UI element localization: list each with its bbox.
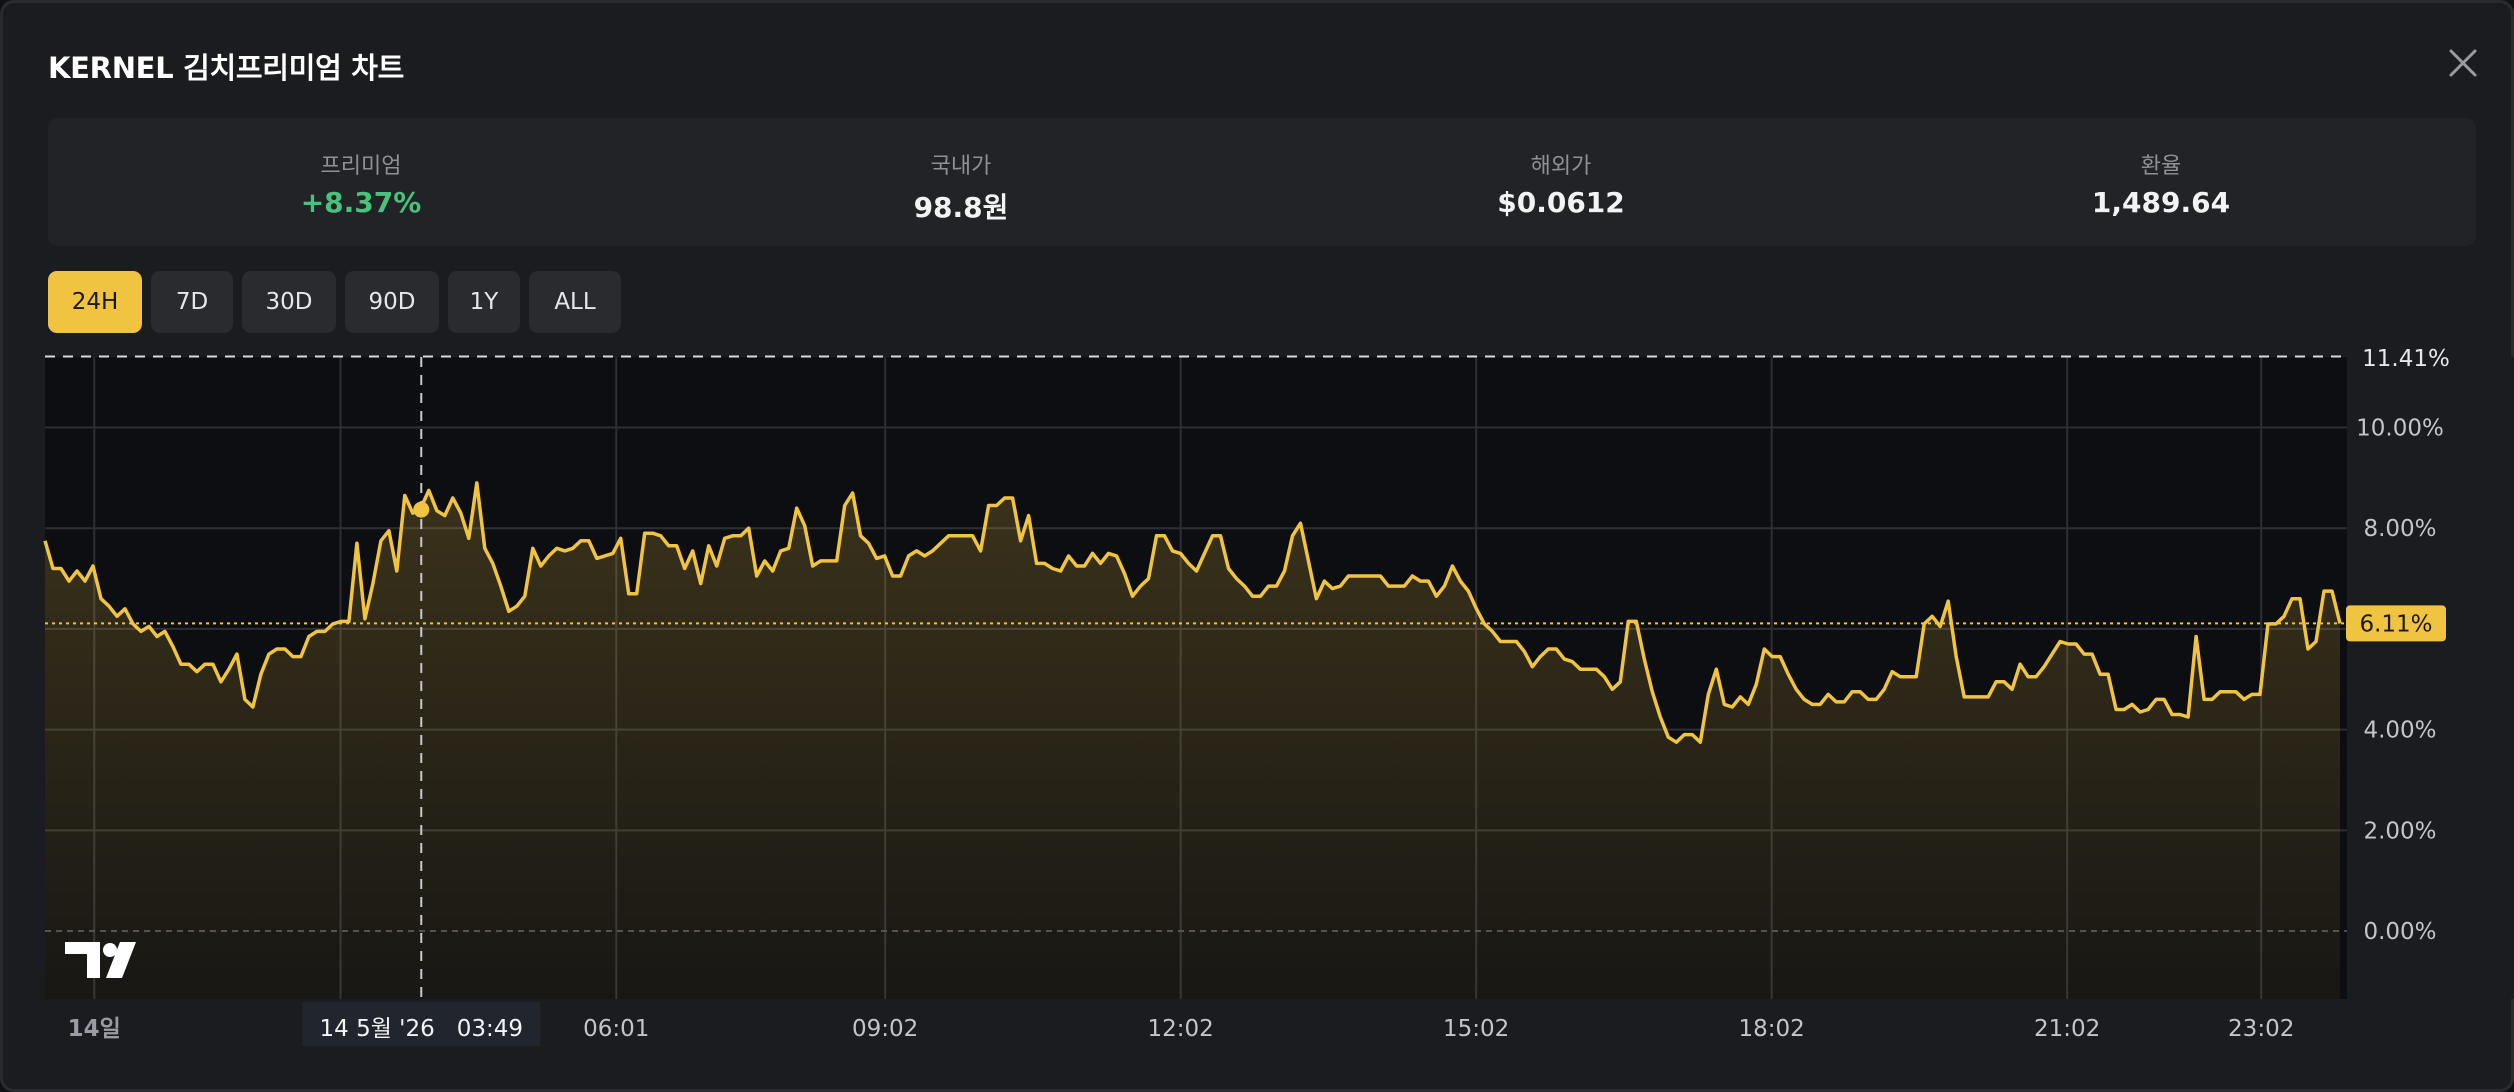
x-tick-label: 09:02 <box>852 1016 918 1042</box>
y-tick-label: 10.00% <box>2356 415 2444 441</box>
y-tick-label: 8.00% <box>2363 516 2436 542</box>
crosshair-time-badge: 14 5월 '26 03:49 <box>302 1002 541 1046</box>
last-value-badge: 6.11% <box>2346 605 2446 642</box>
x-tick-label: 18:02 <box>1739 1016 1805 1042</box>
x-tick-label: 21:02 <box>2034 1016 2100 1042</box>
x-tick-label: 14일 <box>68 1016 121 1042</box>
max-value-badge: 11.41% <box>2350 340 2462 374</box>
x-tick-label: 06:01 <box>583 1016 649 1042</box>
y-tick-label: 0.00% <box>2363 919 2436 945</box>
y-tick-label: 2.00% <box>2363 818 2436 844</box>
x-tick-label: 23:02 <box>2228 1016 2294 1042</box>
price-axis <box>2347 357 2514 999</box>
x-tick-label: 12:02 <box>1148 1016 1214 1042</box>
x-tick-label: 15:02 <box>1443 1016 1509 1042</box>
last-value-label: 6.11% <box>2359 611 2432 637</box>
crosshair-time-label: 14 5월 '26 03:49 <box>320 1016 524 1042</box>
max-value-label: 11.41% <box>2362 346 2450 372</box>
premium-chart[interactable]: 0.00%2.00%4.00%6.00%8.00%10.00% 11.41% 6… <box>0 0 2514 1092</box>
y-tick-label: 4.00% <box>2363 718 2436 744</box>
crosshair-point <box>413 501 430 518</box>
